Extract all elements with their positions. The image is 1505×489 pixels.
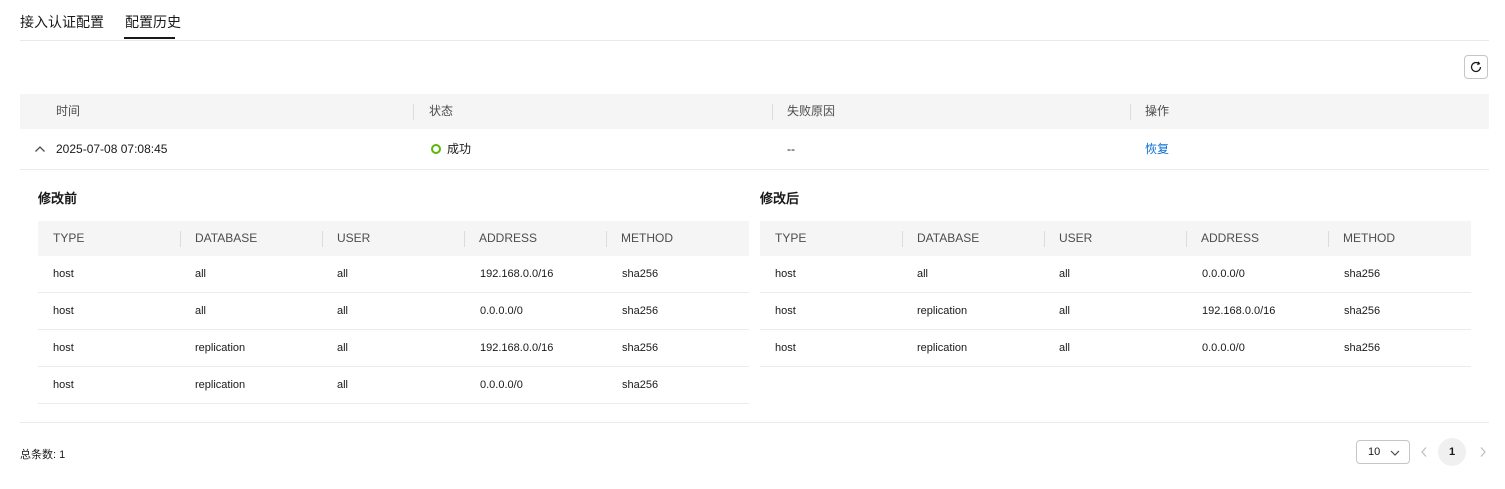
column-divider — [772, 104, 773, 120]
column-divider — [1044, 231, 1045, 247]
active-tab-indicator — [124, 37, 175, 39]
cell-type: host — [775, 268, 796, 280]
before-table-header: TYPE DATABASE USER ADDRESS METHOD — [38, 221, 749, 256]
tab-bar: 接入认证配置 配置历史 — [20, 0, 1489, 41]
total-label: 总条数: — [20, 449, 57, 461]
row-failure-reason: -- — [787, 142, 795, 156]
column-divider — [1328, 231, 1329, 247]
tab-access-auth-config[interactable]: 接入认证配置 — [20, 12, 104, 32]
cell-address: 192.168.0.0/16 — [480, 342, 554, 354]
cell-address: 0.0.0.0/0 — [480, 305, 523, 317]
table-row: host replication all 0.0.0.0/0 sha256 — [38, 367, 749, 404]
table-row: host all all 0.0.0.0/0 sha256 — [38, 293, 749, 330]
cell-user: all — [337, 379, 349, 391]
page-size-value: 10 — [1368, 446, 1381, 458]
cell-database: all — [917, 268, 929, 280]
cell-method: sha256 — [1344, 268, 1381, 280]
table-row: host all all 0.0.0.0/0 sha256 — [760, 256, 1471, 293]
page-size-select[interactable]: 10 — [1356, 440, 1410, 464]
chevron-right-icon[interactable] — [1478, 446, 1488, 458]
cell-type: host — [53, 305, 74, 317]
header-address: ADDRESS — [1201, 231, 1260, 245]
header-user: USER — [1059, 231, 1093, 245]
cell-type: host — [53, 342, 74, 354]
table-row: host all all 192.168.0.0/16 sha256 — [38, 256, 749, 293]
cell-database: all — [195, 268, 207, 280]
cell-user: all — [1059, 268, 1071, 280]
cell-method: sha256 — [622, 268, 659, 280]
cell-user: all — [337, 268, 349, 280]
column-divider — [180, 231, 181, 247]
cell-type: host — [775, 305, 796, 317]
header-action: 操作 — [1145, 104, 1170, 118]
cell-user: all — [337, 305, 349, 317]
cell-address: 0.0.0.0/0 — [480, 379, 523, 391]
cell-method: sha256 — [622, 379, 659, 391]
header-type: TYPE — [53, 231, 85, 245]
header-type: TYPE — [775, 231, 807, 245]
cell-user: all — [337, 342, 349, 354]
cell-address: 192.168.0.0/16 — [1202, 305, 1276, 317]
cell-type: host — [775, 342, 796, 354]
cell-user: all — [1059, 305, 1071, 317]
header-method: METHOD — [621, 231, 673, 245]
total-value: 1 — [59, 449, 66, 461]
header-database: DATABASE — [917, 231, 980, 245]
header-failure-reason: 失败原因 — [787, 104, 836, 118]
chevron-down-icon — [1390, 450, 1400, 456]
header-address: ADDRESS — [479, 231, 538, 245]
page-button-current[interactable]: 1 — [1438, 438, 1466, 466]
cell-method: sha256 — [1344, 305, 1381, 317]
tab-config-history[interactable]: 配置历史 — [125, 12, 181, 32]
cell-database: replication — [917, 342, 968, 354]
table-row: host replication all 192.168.0.0/16 sha2… — [38, 330, 749, 367]
column-divider — [464, 231, 465, 247]
header-database: DATABASE — [195, 231, 258, 245]
column-divider — [902, 231, 903, 247]
column-divider — [1186, 231, 1187, 247]
column-divider — [413, 104, 414, 120]
cell-user: all — [1059, 342, 1071, 354]
history-table-header: 时间 状态 失败原因 操作 — [20, 94, 1489, 129]
cell-type: host — [53, 268, 74, 280]
refresh-icon — [1470, 61, 1482, 73]
restore-link[interactable]: 恢复 — [1145, 130, 1169, 169]
before-table: TYPE DATABASE USER ADDRESS METHOD host a… — [38, 221, 749, 404]
chevron-left-icon[interactable] — [1419, 446, 1429, 458]
cell-address: 0.0.0.0/0 — [1202, 268, 1245, 280]
cell-address: 192.168.0.0/16 — [480, 268, 554, 280]
header-user: USER — [337, 231, 371, 245]
success-status-icon — [431, 143, 441, 154]
cell-method: sha256 — [1344, 342, 1381, 354]
cell-address: 0.0.0.0/0 — [1202, 342, 1245, 354]
before-title: 修改前 — [38, 191, 78, 206]
cell-method: sha256 — [622, 305, 659, 317]
cell-database: replication — [195, 379, 246, 391]
header-status: 状态 — [429, 104, 454, 118]
table-row: host replication all 0.0.0.0/0 sha256 — [760, 330, 1471, 367]
row-time: 2025-07-08 07:08:45 — [56, 142, 168, 156]
status-text: 成功 — [447, 142, 472, 156]
after-title: 修改后 — [760, 191, 800, 206]
header-time: 时间 — [56, 104, 81, 118]
table-row: host replication all 192.168.0.0/16 sha2… — [760, 293, 1471, 330]
header-method: METHOD — [1343, 231, 1395, 245]
after-table-header: TYPE DATABASE USER ADDRESS METHOD — [760, 221, 1471, 256]
refresh-button[interactable] — [1464, 55, 1488, 79]
divider — [20, 422, 1489, 423]
column-divider — [1130, 104, 1131, 120]
table-row: 2025-07-08 07:08:45 成功 -- 恢复 — [20, 130, 1489, 170]
column-divider — [606, 231, 607, 247]
row-status: 成功 — [431, 130, 471, 169]
cell-database: all — [195, 305, 207, 317]
chevron-up-icon[interactable] — [34, 143, 46, 155]
cell-type: host — [53, 379, 74, 391]
after-table: TYPE DATABASE USER ADDRESS METHOD host a… — [760, 221, 1471, 367]
cell-method: sha256 — [622, 342, 659, 354]
cell-database: replication — [195, 342, 246, 354]
cell-database: replication — [917, 305, 968, 317]
column-divider — [322, 231, 323, 247]
total-count: 总条数: 1 — [20, 446, 65, 462]
